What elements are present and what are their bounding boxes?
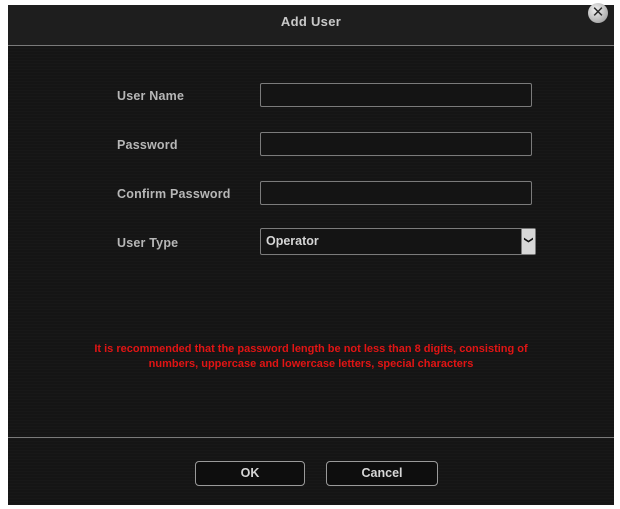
chevron-down-icon[interactable]: ❯ bbox=[521, 229, 535, 254]
confirm-password-label: Confirm Password bbox=[117, 187, 231, 201]
user-type-label: User Type bbox=[117, 236, 179, 250]
password-input[interactable] bbox=[260, 132, 532, 156]
warning-line-1: It is recommended that the password leng… bbox=[94, 343, 528, 355]
user-name-input[interactable] bbox=[260, 83, 532, 107]
dialog-title: Add User bbox=[280, 14, 342, 29]
cancel-button[interactable]: Cancel bbox=[326, 461, 438, 486]
confirm-password-input[interactable] bbox=[260, 181, 532, 205]
warning-line-2: numbers, uppercase and lowercase letters… bbox=[148, 358, 474, 370]
close-icon[interactable]: ✕ bbox=[588, 3, 608, 23]
user-type-select[interactable]: Operator ❯ bbox=[260, 228, 536, 255]
chevron-glyph: ❯ bbox=[523, 236, 534, 244]
user-type-value: Operator bbox=[266, 234, 319, 248]
footer-divider bbox=[8, 437, 614, 438]
add-user-dialog: Add User User Name Password Confirm Pass… bbox=[8, 5, 614, 505]
password-label: Password bbox=[117, 138, 178, 152]
dialog-titlebar: Add User bbox=[8, 5, 614, 46]
user-name-label: User Name bbox=[117, 89, 185, 103]
ok-button[interactable]: OK bbox=[195, 461, 305, 486]
password-recommendation-warning: It is recommended that the password leng… bbox=[16, 342, 606, 372]
